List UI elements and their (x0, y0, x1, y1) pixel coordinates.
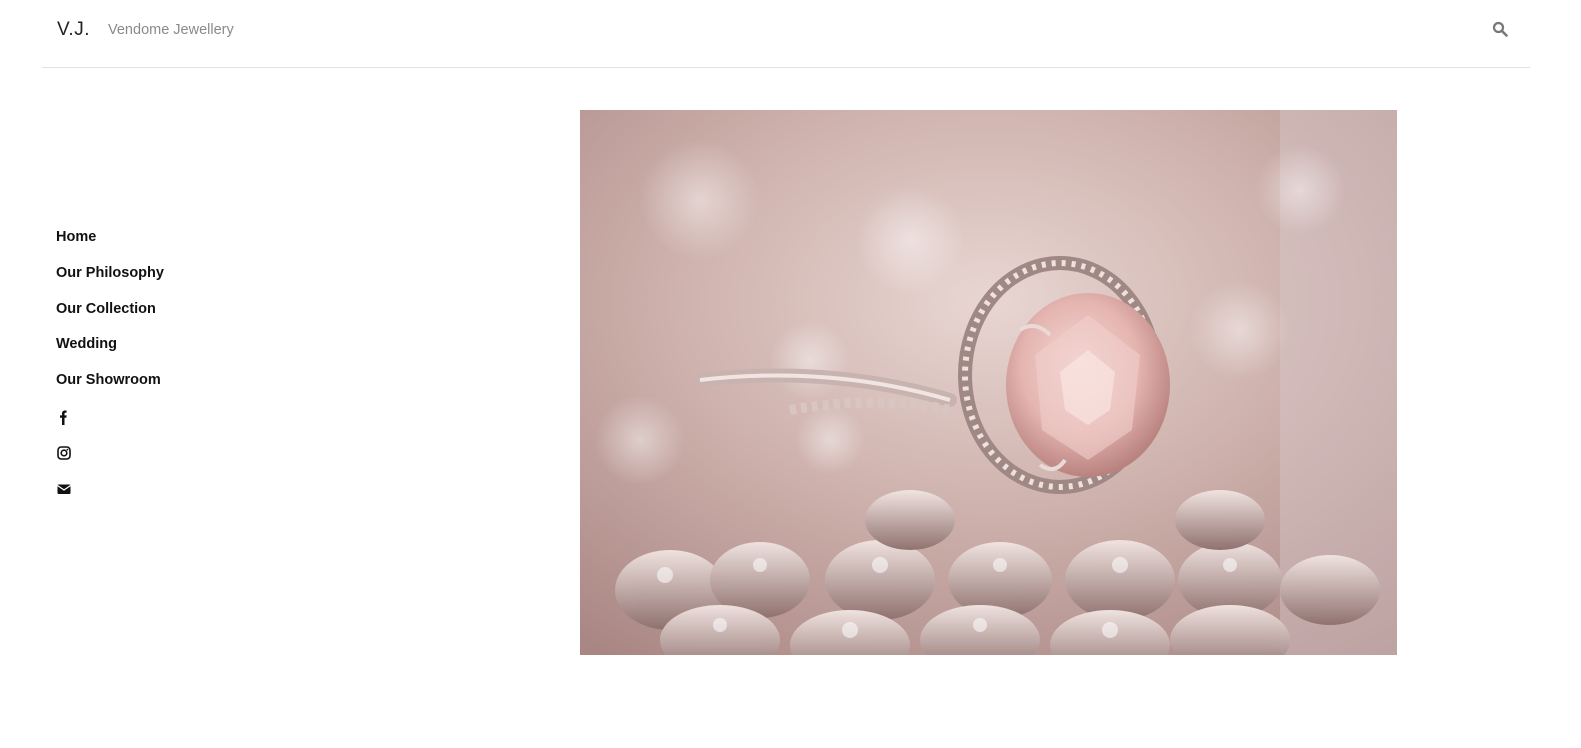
nav-item-our-collection[interactable]: Our Collection (56, 300, 356, 336)
envelope-icon[interactable] (56, 481, 72, 497)
nav-item-home[interactable]: Home (56, 228, 356, 264)
search-icon[interactable] (1492, 21, 1508, 37)
site-tagline: Vendome Jewellery (108, 22, 234, 38)
sidebar-nav: Home Our Philosophy Our Collection Weddi… (56, 228, 356, 517)
instagram-icon[interactable] (56, 445, 72, 461)
hero-image (580, 110, 1397, 655)
site-header: V.J. Vendome Jewellery (42, 0, 1530, 68)
facebook-icon[interactable] (56, 409, 72, 425)
site-logo[interactable]: V.J. (57, 19, 90, 41)
nav-item-our-philosophy[interactable]: Our Philosophy (56, 264, 356, 300)
nav-item-wedding[interactable]: Wedding (56, 335, 356, 371)
nav-item-our-showroom[interactable]: Our Showroom (56, 371, 356, 407)
ring-photo-illustration (580, 110, 1397, 655)
